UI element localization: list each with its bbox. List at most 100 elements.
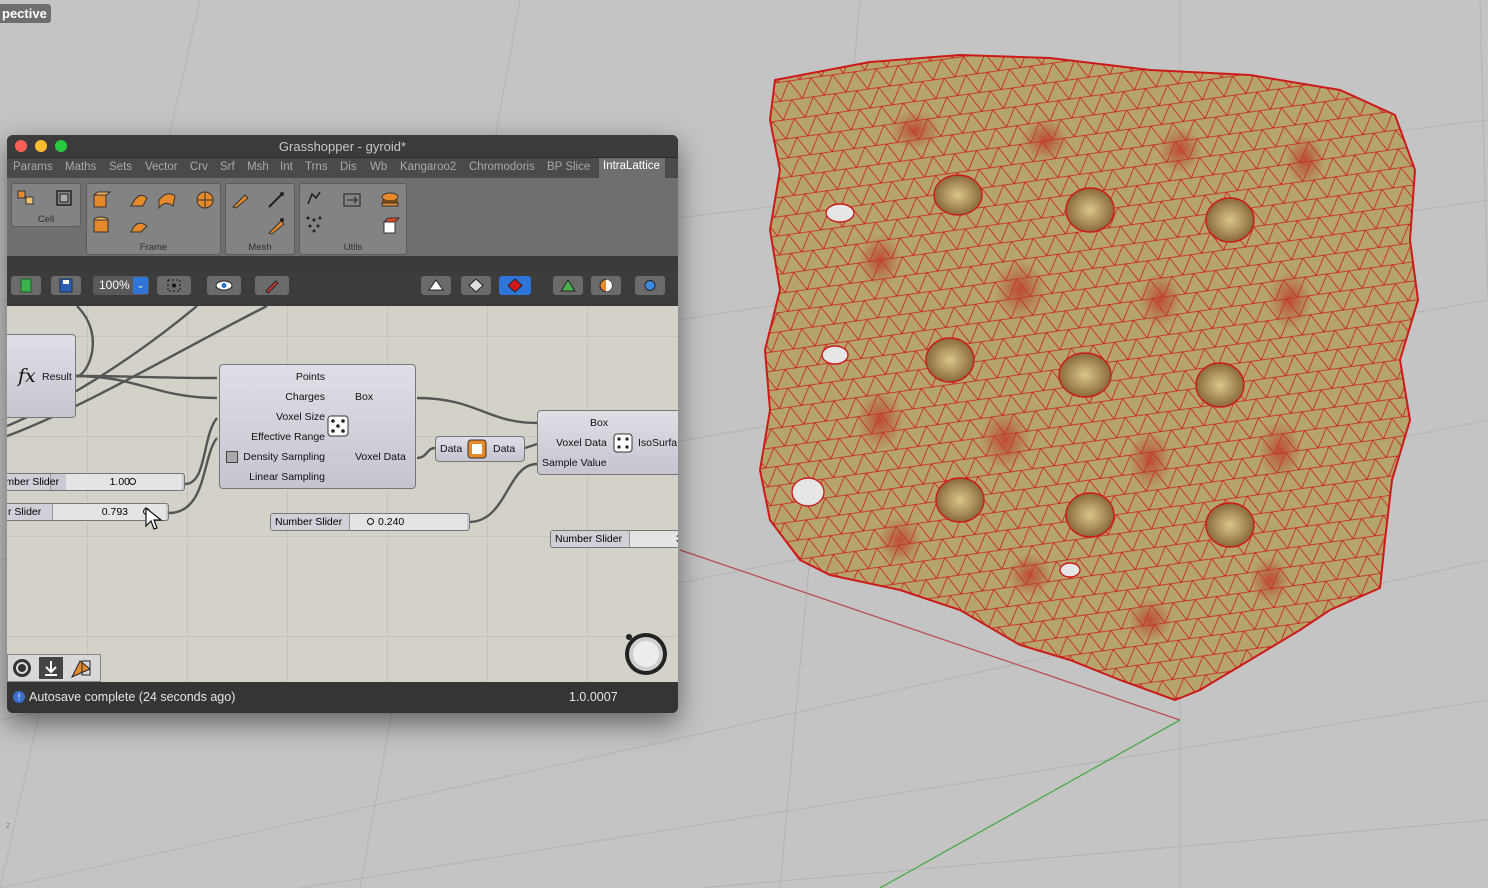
tab-intralattice[interactable]: IntraLattice bbox=[599, 158, 665, 178]
download-icon[interactable] bbox=[38, 656, 64, 680]
zoom-extents-button[interactable] bbox=[157, 276, 191, 295]
render-button[interactable] bbox=[635, 276, 665, 295]
window-title: Grasshopper - gyroid* bbox=[278, 139, 407, 154]
save-button[interactable] bbox=[51, 276, 81, 295]
tab-params[interactable]: Params bbox=[13, 161, 53, 173]
number-slider-4[interactable]: Number Slider 3 bbox=[550, 530, 678, 548]
tab-crv[interactable]: Crv bbox=[190, 161, 208, 173]
wire-preview-icon bbox=[428, 279, 444, 291]
info-icon: ! bbox=[13, 691, 25, 703]
shape-tool-icon[interactable] bbox=[68, 657, 94, 679]
tab-srf[interactable]: Srf bbox=[220, 161, 235, 173]
mesh-quality-icon bbox=[560, 279, 576, 292]
voxel-data-output[interactable]: Voxel Data bbox=[355, 451, 406, 463]
mesh-pen-icon[interactable] bbox=[266, 216, 286, 236]
slider-grip-icon[interactable] bbox=[367, 518, 374, 525]
canvas-toolbar: 100% ⌄ bbox=[7, 267, 678, 303]
iso-voxel-data-input[interactable]: Voxel Data bbox=[556, 437, 607, 449]
slider-grip-icon[interactable] bbox=[129, 478, 136, 485]
result-output[interactable]: Result bbox=[42, 371, 72, 383]
slider-value[interactable]: 1.00 bbox=[66, 474, 182, 490]
ribbon-group-frame: Frame bbox=[86, 183, 221, 255]
utils-hand-icon[interactable] bbox=[304, 188, 324, 208]
viewport-label[interactable]: pective bbox=[0, 4, 51, 23]
iso-dice-icon bbox=[613, 433, 633, 453]
ribbon-group-utils: Utils bbox=[299, 183, 407, 255]
conformal-frame-2-icon[interactable] bbox=[129, 216, 149, 236]
utils-cube-icon[interactable] bbox=[380, 216, 400, 236]
mesh-quality-button[interactable] bbox=[553, 276, 583, 295]
data-input[interactable]: Data bbox=[440, 443, 462, 455]
density-sampling-input[interactable]: Density Sampling bbox=[243, 451, 325, 463]
window-titlebar[interactable]: Grasshopper - gyroid* bbox=[7, 135, 678, 158]
version-label: 1.0.0007 bbox=[569, 690, 618, 704]
preview-shaded-button[interactable] bbox=[461, 276, 491, 295]
voxel-node[interactable]: Points Charges Voxel Size Effective Rang… bbox=[219, 364, 416, 489]
cylinder-frame-icon[interactable] bbox=[91, 216, 111, 236]
fx-icon: fx bbox=[18, 365, 36, 387]
chevron-down-icon[interactable]: ⌄ bbox=[133, 277, 148, 294]
isosurface-output[interactable]: IsoSurfa bbox=[638, 437, 677, 449]
data-node[interactable]: Data Data bbox=[435, 436, 525, 462]
data-param-icon bbox=[467, 439, 487, 459]
effective-range-input[interactable]: Effective Range bbox=[251, 431, 325, 443]
wire-layer bbox=[7, 306, 538, 524]
render-sphere-icon bbox=[644, 280, 656, 291]
tab-bp-slice[interactable]: BP Slice bbox=[547, 161, 590, 173]
zoom-select[interactable]: 100% ⌄ bbox=[93, 276, 149, 295]
file-icon bbox=[20, 278, 32, 293]
eye-icon bbox=[215, 280, 233, 291]
cube-frame-icon[interactable] bbox=[91, 190, 111, 210]
slider-value[interactable]: 3 bbox=[630, 531, 678, 547]
tab-maths[interactable]: Maths bbox=[65, 161, 96, 173]
voxel-size-input[interactable]: Voxel Size bbox=[276, 411, 325, 423]
tab-chromodoris[interactable]: Chromodoris bbox=[469, 161, 535, 173]
preview-selected-button[interactable] bbox=[499, 276, 531, 295]
tab-dis[interactable]: Dis bbox=[340, 161, 357, 173]
expression-node[interactable]: fx Result bbox=[7, 334, 76, 418]
preview-button[interactable] bbox=[207, 276, 241, 295]
mesh-tool-icon[interactable] bbox=[230, 190, 250, 210]
conformal-frame-icon[interactable] bbox=[129, 190, 149, 210]
save-icon bbox=[59, 278, 73, 293]
box-output[interactable]: Box bbox=[355, 391, 373, 403]
material-sphere-icon bbox=[599, 279, 613, 292]
iso-box-input[interactable]: Box bbox=[590, 417, 608, 429]
utils-arrow-icon[interactable] bbox=[342, 190, 362, 210]
isosurface-node[interactable]: Box Voxel Data Sample Value IsoSurfa bbox=[537, 410, 678, 475]
sketch-button[interactable] bbox=[255, 276, 289, 295]
preview-wire-button[interactable] bbox=[421, 276, 451, 295]
tab-wb[interactable]: Wb bbox=[370, 161, 387, 173]
pen-icon bbox=[265, 280, 279, 294]
component-tabs: Params Maths Sets Vector Crv Srf Msh Int… bbox=[7, 158, 678, 178]
navigation-compass-icon[interactable] bbox=[621, 629, 671, 679]
tab-vector[interactable]: Vector bbox=[145, 161, 178, 173]
utils-points-icon[interactable] bbox=[304, 214, 324, 234]
iso-sample-value-input[interactable]: Sample Value bbox=[542, 457, 607, 469]
surface-frame-icon[interactable] bbox=[157, 190, 177, 210]
ribbon-group-label: Mesh bbox=[248, 242, 272, 253]
utils-burger-icon[interactable] bbox=[380, 190, 400, 210]
open-file-button[interactable] bbox=[11, 276, 41, 295]
charges-input[interactable]: Charges bbox=[285, 391, 325, 403]
density-checkbox[interactable] bbox=[226, 451, 238, 463]
tab-msh[interactable]: Msh bbox=[247, 161, 269, 173]
linear-sampling-input[interactable]: Linear Sampling bbox=[249, 471, 325, 483]
grasshopper-canvas[interactable]: fx Result Points Charges Voxel Size Effe… bbox=[7, 306, 678, 682]
number-slider-1[interactable]: Number Slider 1.00 bbox=[7, 473, 185, 491]
zoom-value: 100% bbox=[99, 278, 130, 292]
ribbon-group-label: Cell bbox=[37, 214, 55, 225]
material-button[interactable] bbox=[591, 276, 621, 295]
tab-trns[interactable]: Trns bbox=[305, 161, 328, 173]
data-output[interactable]: Data bbox=[493, 443, 515, 455]
tab-sets[interactable]: Sets bbox=[109, 161, 132, 173]
tab-int[interactable]: Int bbox=[280, 161, 293, 173]
points-input[interactable]: Points bbox=[296, 371, 325, 383]
mesh-line-icon[interactable] bbox=[266, 190, 286, 210]
layers-icon[interactable] bbox=[11, 657, 33, 679]
number-slider-3[interactable]: Number Slider 0.240 bbox=[270, 513, 470, 531]
sphere-frame-icon[interactable] bbox=[195, 190, 215, 210]
cell-icon[interactable] bbox=[16, 188, 36, 208]
tab-kangaroo2[interactable]: Kangaroo2 bbox=[400, 161, 456, 173]
cell-frame-icon[interactable] bbox=[54, 188, 74, 208]
